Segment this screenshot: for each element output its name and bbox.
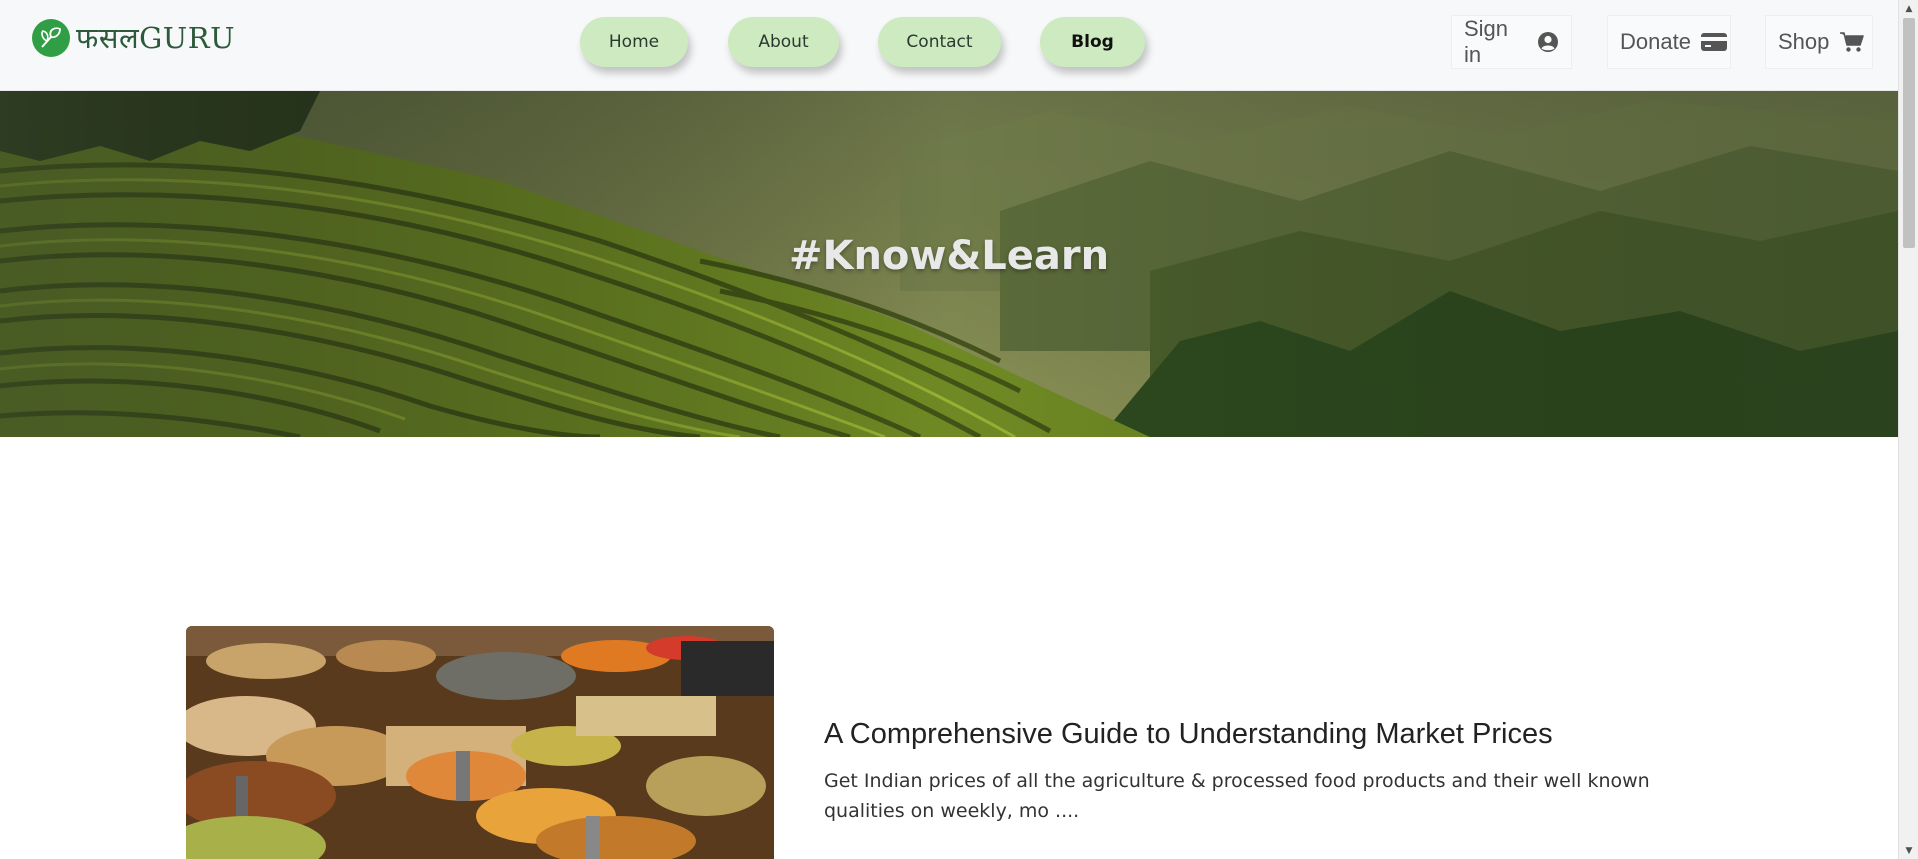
blog-post-excerpt: Get Indian prices of all the agriculture… [824, 770, 1650, 822]
sprout-logo-icon [32, 18, 70, 57]
credit-card-icon [1700, 32, 1727, 52]
user-circle-icon [1537, 31, 1559, 53]
shop-label: Shop [1778, 29, 1830, 54]
shop-button[interactable]: Shop [1765, 15, 1873, 69]
site-header: फसलGURU Home About Contact Blog Sign in … [0, 0, 1898, 91]
scroll-thumb[interactable] [1903, 18, 1915, 248]
nav-about[interactable]: About [728, 17, 839, 67]
hero-banner: #Know&Learn [0, 91, 1898, 437]
scroll-up-arrow-icon[interactable]: ▲ [1899, 0, 1918, 17]
cart-icon [1839, 31, 1865, 53]
nav-contact[interactable]: Contact [878, 17, 1001, 67]
logo-text: फसलGURU [76, 21, 236, 55]
site-logo[interactable]: फसलGURU [32, 18, 235, 57]
donate-button[interactable]: Donate [1607, 15, 1731, 69]
nav-home[interactable]: Home [580, 17, 688, 67]
blog-post-image[interactable] [186, 626, 774, 859]
sign-in-label: Sign in [1464, 16, 1509, 67]
blog-post-title[interactable]: A Comprehensive Guide to Understanding M… [824, 718, 1824, 751]
sign-in-button[interactable]: Sign in [1451, 15, 1572, 69]
page-scrollbar[interactable]: ▲ ▼ [1898, 0, 1918, 859]
scroll-down-arrow-icon[interactable]: ▼ [1899, 842, 1918, 859]
donate-label: Donate [1620, 29, 1691, 54]
hero-title: #Know&Learn [788, 233, 1110, 279]
nav-blog[interactable]: Blog [1040, 17, 1145, 67]
market-spices-image [186, 626, 774, 859]
